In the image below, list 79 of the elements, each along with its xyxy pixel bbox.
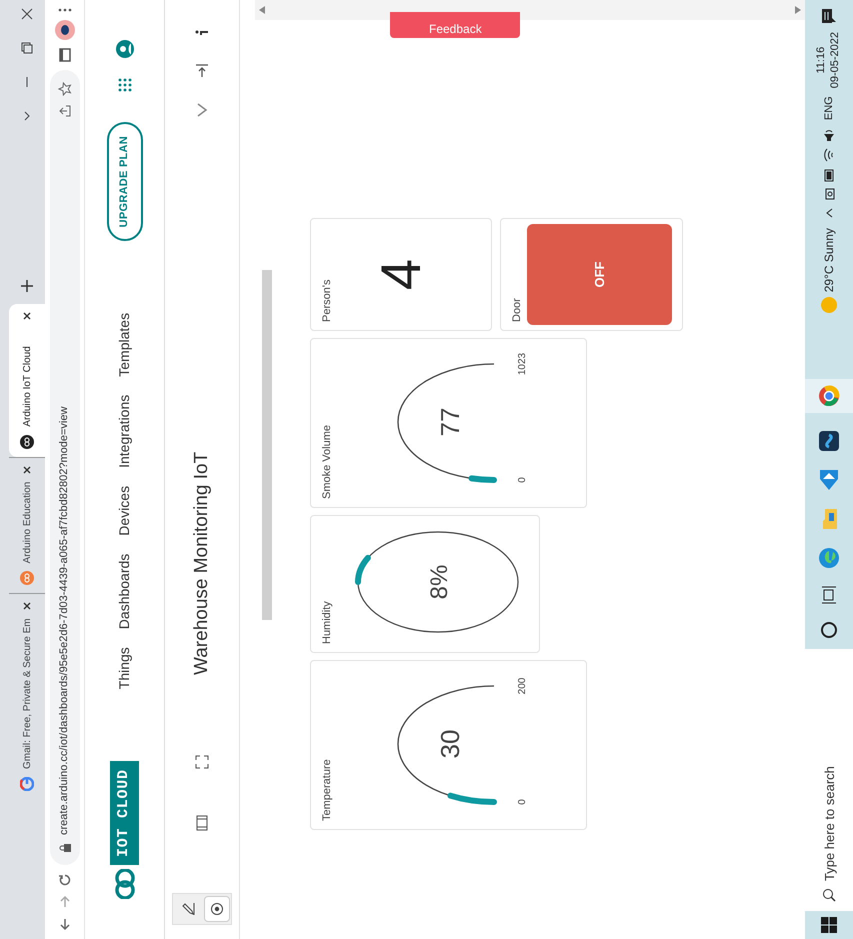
eye-icon xyxy=(210,902,224,916)
lock-icon xyxy=(58,843,70,853)
mobile-icon[interactable] xyxy=(196,815,208,831)
pencil-icon xyxy=(180,902,194,916)
widget-title: Door xyxy=(510,298,524,322)
gauge-value: 30 xyxy=(435,730,465,758)
search-icon xyxy=(822,888,836,902)
nav-link[interactable]: Things xyxy=(114,647,135,690)
close-tab-icon[interactable] xyxy=(23,466,31,474)
battery-icon[interactable] xyxy=(824,168,834,182)
eye-mode-button[interactable] xyxy=(204,896,230,922)
nav-link[interactable]: Integrations xyxy=(114,394,135,468)
value-number: 4 xyxy=(373,258,429,290)
tab-favicon-icon xyxy=(20,434,34,449)
gauge-max-label: 1023 xyxy=(517,352,528,376)
task-view-icon[interactable] xyxy=(821,586,837,604)
star-icon[interactable] xyxy=(58,82,72,96)
dashboard-title: Warehouse Monitoring IoT xyxy=(190,452,213,675)
chevron-up-icon[interactable] xyxy=(825,208,833,218)
widget-title: Humidity xyxy=(320,601,334,644)
menu-icon[interactable] xyxy=(58,8,72,12)
nav-link[interactable]: Templates xyxy=(114,312,135,377)
wifi-icon[interactable] xyxy=(823,148,835,162)
notification-icon[interactable] xyxy=(821,8,837,24)
camera-icon[interactable] xyxy=(823,188,835,200)
logo-text: IOT CLOUD xyxy=(110,761,139,865)
infinity-logo-icon xyxy=(114,869,136,899)
door-switch[interactable]: OFF xyxy=(527,224,672,325)
windows-start-icon[interactable] xyxy=(821,917,837,933)
fullscreen-icon[interactable] xyxy=(195,755,209,769)
language-indicator[interactable]: ENG xyxy=(820,96,838,120)
back-icon[interactable] xyxy=(58,917,72,931)
close-tab-icon[interactable] xyxy=(23,602,31,610)
chrome-taskbar-item[interactable] xyxy=(805,379,853,413)
widget-title: Temperature xyxy=(320,759,334,821)
sun-icon xyxy=(820,296,838,314)
taskbar-search-field[interactable]: Type here to search xyxy=(805,649,853,911)
widget-title: Person's xyxy=(320,280,334,322)
side-panel-icon[interactable] xyxy=(58,48,70,62)
new-tab-icon[interactable] xyxy=(21,280,33,292)
restore-icon[interactable] xyxy=(21,42,33,54)
info-icon[interactable] xyxy=(195,28,209,38)
upgrade-plan-button[interactable]: UPGRADE PLAN xyxy=(106,122,142,242)
edge-browser-icon[interactable] xyxy=(818,547,840,569)
weather-text: 29°C Sunny xyxy=(821,228,837,292)
close-icon[interactable] xyxy=(21,8,33,20)
scrollbar-thumb[interactable] xyxy=(262,270,272,620)
tab-favicon-icon xyxy=(20,777,34,791)
gauge-fill xyxy=(447,792,497,805)
address-bar[interactable]: create.arduino.cc/iot/dashboards/95e5e2d6-7d03-4439-a065-af7fcbd82802?mode=view xyxy=(50,70,80,865)
widget-title: Smoke Volume xyxy=(320,425,334,499)
gauge-min-label: 0 xyxy=(517,477,528,483)
import-icon[interactable] xyxy=(195,62,209,78)
nav-link[interactable]: Dashboards xyxy=(114,554,135,630)
gauge-max-label: 200 xyxy=(517,678,528,694)
reload-icon[interactable] xyxy=(58,873,72,887)
mail-icon[interactable] xyxy=(819,469,839,491)
apps-grid-icon[interactable] xyxy=(118,78,132,92)
percentage-value: 8% xyxy=(426,564,453,600)
speaker-icon[interactable] xyxy=(823,128,835,142)
cortana-circle-icon[interactable] xyxy=(820,621,838,639)
app-icon[interactable] xyxy=(818,430,840,452)
share-icon[interactable] xyxy=(58,104,72,118)
close-tab-icon[interactable] xyxy=(23,312,31,320)
time-text: 11:16 xyxy=(815,46,828,74)
browser-tab[interactable]: Arduino IoT Cloud xyxy=(9,304,45,457)
date-text: 09-05-2022 xyxy=(829,32,842,88)
scroll-up-icon[interactable] xyxy=(259,6,265,14)
profile-avatar-icon[interactable] xyxy=(54,20,74,40)
gauge-fill xyxy=(468,475,497,483)
scroll-down-icon[interactable] xyxy=(795,6,801,14)
clock[interactable]: 11:16 09-05-2022 xyxy=(815,32,843,88)
user-icon[interactable] xyxy=(116,40,134,58)
chrome-icon xyxy=(818,385,840,407)
nav-link[interactable]: Devices xyxy=(114,486,135,536)
url-text: create.arduino.cc/iot/dashboards/95e5e2d6-7d03-4439-a065-af7fcbd82802?mode=view xyxy=(57,406,72,835)
gauge-value: 77 xyxy=(435,408,465,436)
tab-favicon-icon xyxy=(20,571,34,586)
gauge-min-label: 0 xyxy=(517,799,528,805)
